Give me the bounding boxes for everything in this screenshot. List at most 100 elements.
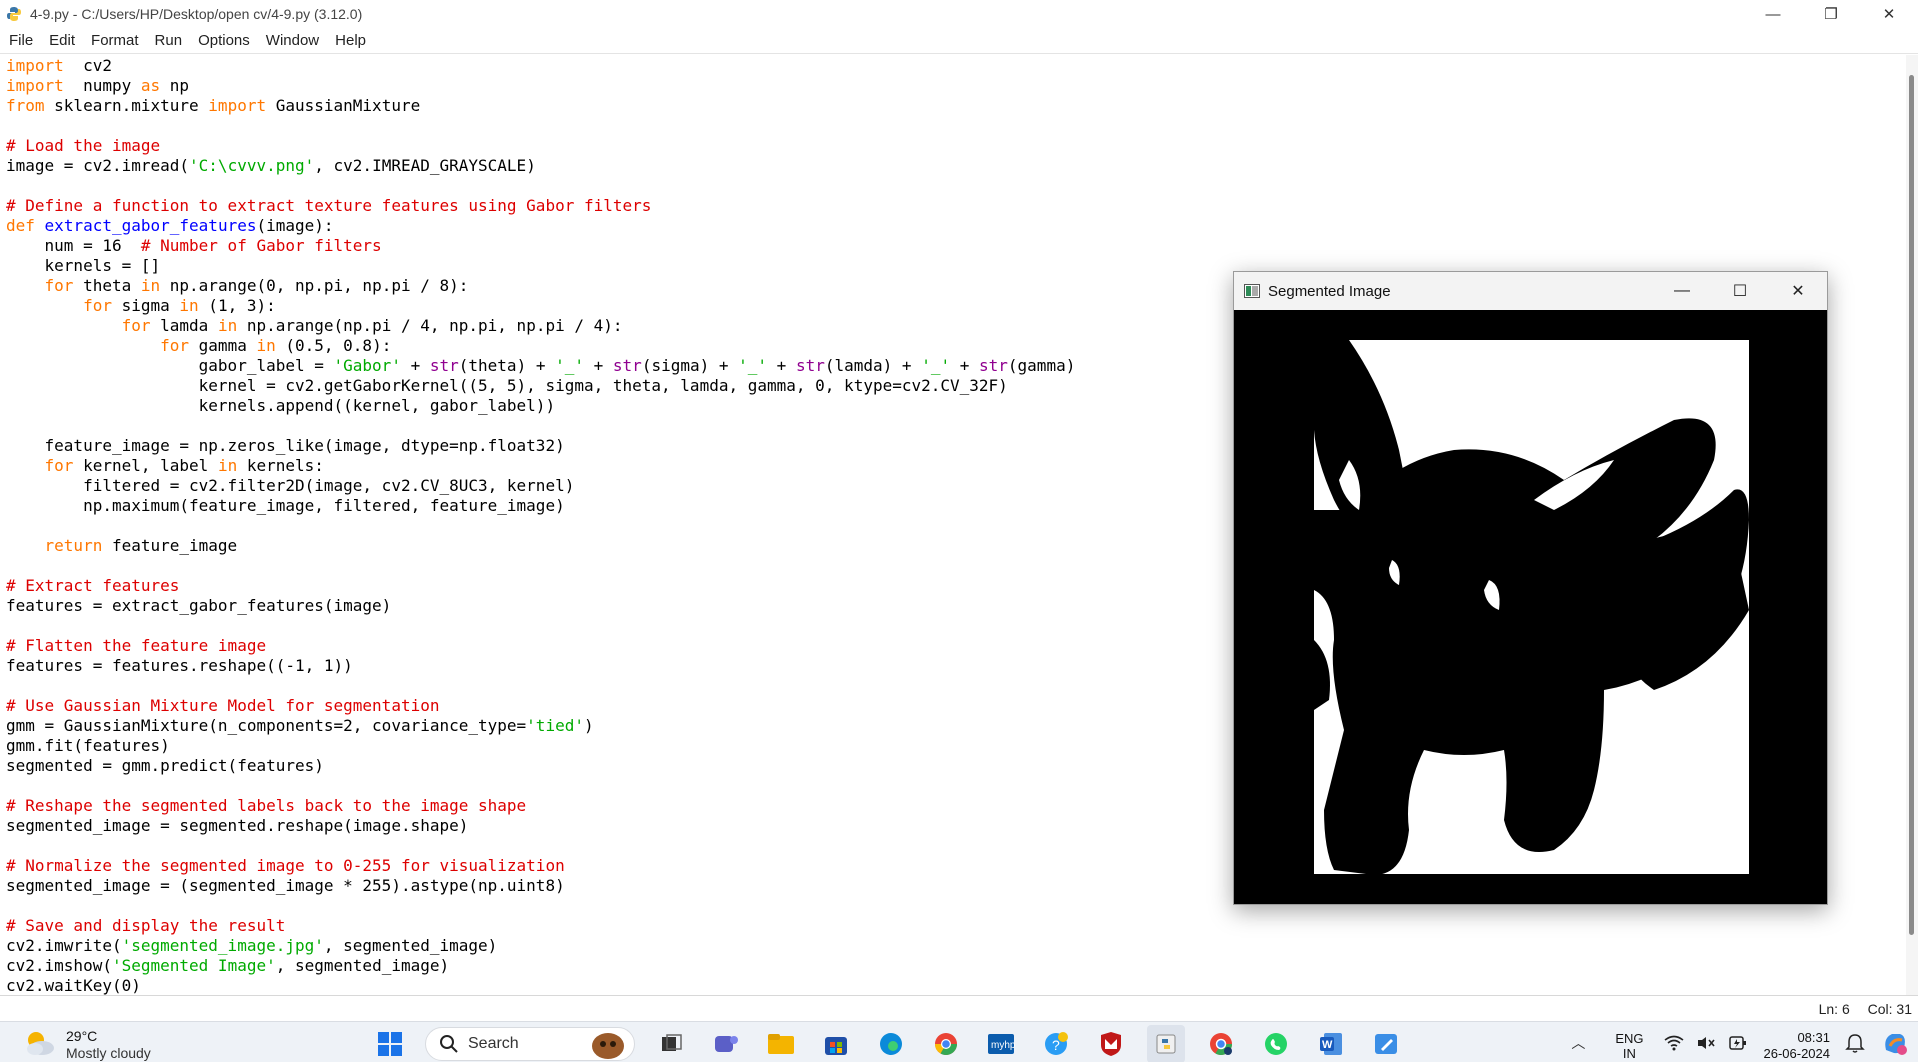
help-icon[interactable]: ? <box>1037 1025 1075 1062</box>
code-line[interactable]: # Define a function to extract texture f… <box>6 196 1906 216</box>
code-line[interactable]: import cv2 <box>6 56 1906 76</box>
code-token: cv2 <box>63 56 112 75</box>
menu-run[interactable]: Run <box>147 32 191 49</box>
code-token-cm: # Use Gaussian Mixture Model for segment… <box>6 696 440 715</box>
code-line[interactable] <box>6 176 1906 196</box>
code-token: GaussianMixture <box>266 96 421 115</box>
code-token-kw: for <box>160 336 190 355</box>
window-controls: — ❐ ✕ <box>1744 0 1918 28</box>
column-number: Col: 31 <box>1867 1001 1912 1017</box>
python-idle-icon[interactable] <box>1147 1025 1185 1062</box>
code-line[interactable]: cv2.imwrite('segmented_image.jpg', segme… <box>6 936 1906 956</box>
chrome-profile-icon[interactable] <box>1202 1025 1240 1062</box>
word-icon[interactable]: W <box>1312 1025 1350 1062</box>
weather-condition: Mostly cloudy <box>66 1045 151 1061</box>
notification-bell-icon[interactable] <box>1844 1032 1866 1054</box>
code-line[interactable]: cv2.waitKey(0) <box>6 976 1906 995</box>
windows-start-icon[interactable] <box>371 1025 409 1062</box>
code-token: feature_image <box>102 536 238 555</box>
code-token-cm: # Save and display the result <box>6 916 286 935</box>
cv-close-button[interactable]: ✕ <box>1769 272 1827 310</box>
line-number: Ln: 6 <box>1818 1001 1850 1017</box>
code-line[interactable]: num = 16 # Number of Gabor filters <box>6 236 1906 256</box>
code-token: kernel = cv2.getGaborKernel((5, 5), sigm… <box>6 376 1008 395</box>
battery-icon[interactable] <box>1727 1032 1749 1054</box>
cv-window-title: Segmented Image <box>1268 282 1391 300</box>
code-token: segmented_image = segmented.reshape(imag… <box>6 816 469 835</box>
code-token-kw: in <box>256 336 276 355</box>
menu-options[interactable]: Options <box>190 32 258 49</box>
taskbar-pinned-apps: Search myhp ? W <box>362 1025 1413 1062</box>
volume-muted-icon[interactable] <box>1695 1032 1717 1054</box>
windows-taskbar: 29°C Mostly cloudy Search myhp ? W ︿ ENG <box>0 1021 1918 1062</box>
image-window-icon <box>1244 284 1260 298</box>
code-token-kw: return <box>44 536 103 555</box>
file-explorer-icon[interactable] <box>762 1025 800 1062</box>
vertical-scrollbar[interactable] <box>1906 55 1918 995</box>
code-token-kw: in <box>179 296 199 315</box>
close-button[interactable]: ✕ <box>1860 0 1918 28</box>
code-line[interactable] <box>6 116 1906 136</box>
menu-window[interactable]: Window <box>258 32 327 49</box>
code-line[interactable]: import numpy as np <box>6 76 1906 96</box>
cv-maximize-button[interactable]: ☐ <box>1711 272 1769 310</box>
code-token: (0.5, 0.8): <box>275 336 392 355</box>
code-token: sigma <box>111 296 180 315</box>
weather-widget[interactable]: 29°C Mostly cloudy <box>22 1028 151 1062</box>
code-token: features = features.reshape((-1, 1)) <box>6 656 353 675</box>
code-token: sklearn.mixture <box>44 96 209 115</box>
taskbar-clock[interactable]: 08:31 26-06-2024 <box>1764 1030 1831 1062</box>
whatsapp-icon[interactable] <box>1257 1025 1295 1062</box>
edge-icon[interactable] <box>872 1025 910 1062</box>
myhp-icon[interactable]: myhp <box>982 1025 1020 1062</box>
restore-button[interactable]: ❐ <box>1802 0 1860 28</box>
code-line[interactable]: cv2.imshow('Segmented Image', segmented_… <box>6 956 1906 976</box>
menu-edit[interactable]: Edit <box>41 32 83 49</box>
code-token: ) <box>583 716 594 735</box>
code-token-kw: def <box>6 216 35 235</box>
code-token: kernels: <box>237 456 324 475</box>
code-token: + <box>950 356 979 375</box>
svg-text:W: W <box>1322 1039 1333 1051</box>
teams-icon[interactable] <box>707 1025 745 1062</box>
cv-window-title-bar[interactable]: Segmented Image — ☐ ✕ <box>1234 272 1827 310</box>
code-token-st: '_' <box>738 356 768 375</box>
store-icon[interactable] <box>817 1025 855 1062</box>
menu-help[interactable]: Help <box>327 32 374 49</box>
code-line[interactable]: image = cv2.imread('C:\cvvv.png', cv2.IM… <box>6 156 1906 176</box>
code-token: cv2.imshow( <box>6 956 112 975</box>
scrollbar-thumb[interactable] <box>1909 75 1914 935</box>
code-token: segmented = gmm.predict(features) <box>6 756 324 775</box>
copilot-icon[interactable] <box>1880 1028 1910 1058</box>
segmented-image-window[interactable]: Segmented Image — ☐ ✕ <box>1233 271 1828 905</box>
code-line[interactable]: from sklearn.mixture import GaussianMixt… <box>6 96 1906 116</box>
code-token-st: 'segmented_image.jpg' <box>121 936 324 955</box>
chrome-icon[interactable] <box>927 1025 965 1062</box>
code-token: image = cv2.imread( <box>6 156 190 175</box>
task-view-icon[interactable] <box>652 1025 690 1062</box>
code-line[interactable]: def extract_gabor_features(image): <box>6 216 1906 236</box>
show-hidden-icons-chevron[interactable]: ︿ <box>1571 1033 1585 1053</box>
code-token: np.maximum(feature_image, filtered, feat… <box>6 496 565 515</box>
taskbar-search-box[interactable]: Search <box>425 1027 635 1061</box>
code-token: kernel, label <box>73 456 218 475</box>
code-line[interactable]: # Load the image <box>6 136 1906 156</box>
code-line[interactable]: # Save and display the result <box>6 916 1906 936</box>
segmented-eevee-image <box>1234 310 1827 904</box>
menu-file[interactable]: File <box>0 32 41 49</box>
code-token: feature_image = np.zeros_like(image, dty… <box>6 436 565 455</box>
code-token: (sigma) + <box>641 356 739 375</box>
clock-time: 08:31 <box>1797 1029 1830 1045</box>
minimize-button[interactable]: — <box>1744 0 1802 28</box>
cv-minimize-button[interactable]: — <box>1653 272 1711 310</box>
code-token-st: 'Segmented Image' <box>111 956 276 975</box>
mcafee-icon[interactable] <box>1092 1025 1130 1062</box>
paint-icon[interactable] <box>1367 1025 1405 1062</box>
code-token-kw: for <box>44 276 74 295</box>
input-language[interactable]: ENG IN <box>1615 1031 1643 1061</box>
code-token: lamda <box>150 316 218 335</box>
menu-format[interactable]: Format <box>83 32 147 49</box>
wifi-icon[interactable] <box>1663 1032 1685 1054</box>
